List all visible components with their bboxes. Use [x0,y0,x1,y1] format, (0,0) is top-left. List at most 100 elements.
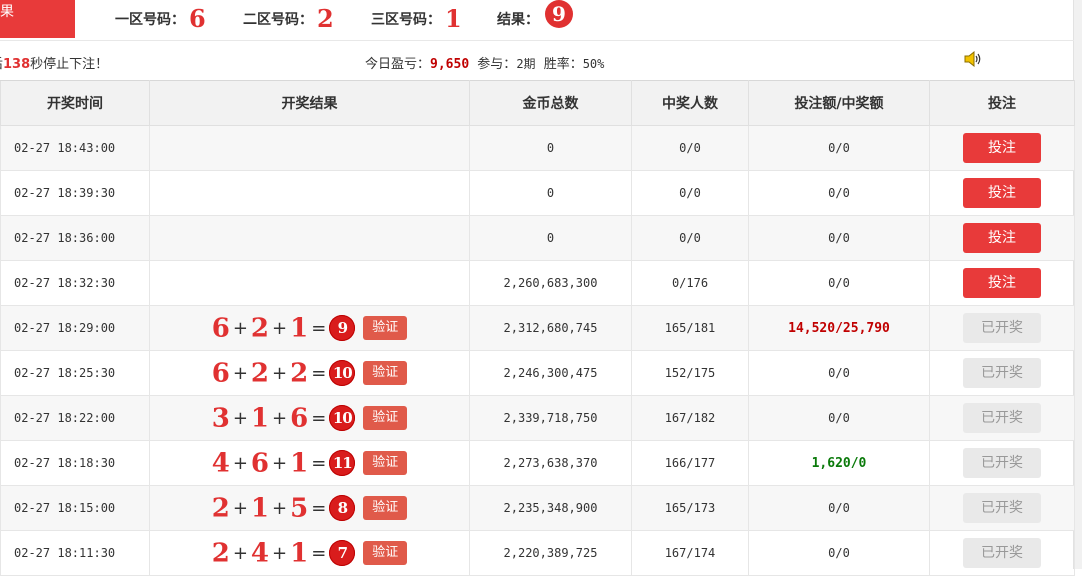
zone3: 三区号码： 1 [371,4,462,33]
bet-win-value: 0/0 [828,141,850,155]
results-tab[interactable]: 果 [0,0,75,38]
result-digit-a: 2 [211,538,230,568]
countdown: 后138秒停止下注！ [0,53,108,72]
bet-win-cell: 0/0 [748,215,930,261]
total-coins-cell: 0 [469,170,632,216]
daily-stats: 今日盈亏：9,650 参与：2期 胜率：50% [365,53,604,72]
final-result: 结果： 9 [497,0,573,32]
draw-time-cell: 02-27 18:25:30 [0,350,150,396]
result-sum-ball: 9 [329,315,356,341]
result-digit-a: 2 [211,493,230,523]
header-bet: 投注 [929,80,1075,126]
drawn-button: 已开奖 [963,538,1041,568]
result-digit-b: 1 [250,493,269,523]
table-header-row: 开奖时间 开奖结果 金币总数 中奖人数 投注额/中奖额 投注 [0,80,1075,126]
draw-result-cell [149,260,470,306]
zone3-label: 三区号码： [371,12,441,28]
participate-label: 参与： [477,57,517,72]
bet-win-cell: 0/0 [748,485,930,531]
verify-button[interactable]: 验证 [363,541,408,565]
result-digit-b: 6 [250,448,269,478]
bet-button[interactable]: 投注 [963,268,1041,298]
action-cell: 已开奖 [929,350,1075,396]
draw-result-cell: 2 +1 +5 = 8 验证 [149,485,470,531]
bet-win-cell: 1,620/0 [748,440,930,486]
drawn-button: 已开奖 [963,403,1041,433]
result-digit-c: 1 [290,313,309,343]
result-digit-b: 2 [250,313,269,343]
equals-sign: = [311,362,327,384]
bet-win-value: 0/0 [828,231,850,245]
draw-time-cell: 02-27 18:15:00 [0,485,150,531]
plus-sign: + [272,317,288,339]
plus-sign: + [232,407,248,429]
verify-button[interactable]: 验证 [363,496,408,520]
zone1-label: 一区号码： [115,12,185,28]
profit-value: 9,650 [430,57,470,72]
equals-sign: = [311,542,327,564]
draw-time-cell: 02-27 18:43:00 [0,125,150,171]
action-cell: 已开奖 [929,395,1075,441]
bet-win-value: 0/0 [828,501,850,515]
equals-sign: = [311,407,327,429]
table-row: 02-27 18:29:00 6 +2 +1 = 9 验证 2,312,680,745 165/… [0,305,1075,351]
draw-time-cell: 02-27 18:18:30 [0,440,150,486]
table-row: 02-27 18:18:30 4 +6 +1 = 11 验证 2,273,638,370 166… [0,440,1075,486]
zone1-value: 6 [189,4,206,33]
bet-win-value: 0/0 [828,546,850,560]
drawn-button: 已开奖 [963,493,1041,523]
bet-button[interactable]: 投注 [963,223,1041,253]
total-coins-cell: 2,339,718,750 [469,395,632,441]
action-cell: 已开奖 [929,305,1075,351]
bet-button[interactable]: 投注 [963,178,1041,208]
bet-win-value: 0/0 [828,186,850,200]
verify-button[interactable]: 验证 [363,316,408,340]
table-row: 02-27 18:39:30 0 0/0 0/0 投注 [0,170,1075,216]
plus-sign: + [272,542,288,564]
result-sum-ball: 11 [329,450,356,476]
result-sum-ball: 7 [329,540,356,566]
bet-win-value: 0/0 [828,366,850,380]
plus-sign: + [232,362,248,384]
zone1: 一区号码： 6 [115,4,206,33]
info-bar: 后138秒停止下注！ 今日盈亏：9,650 参与：2期 胜率：50% [0,41,1074,80]
table-row: 02-27 18:15:00 2 +1 +5 = 8 验证 2,235,348,900 165/… [0,485,1075,531]
winner-count-cell: 0/0 [631,170,749,216]
draw-result-cell: 4 +6 +1 = 11 验证 [149,440,470,486]
bet-button[interactable]: 投注 [963,133,1041,163]
draw-result-expression: 6 +2 +1 = 9 验证 [212,313,408,343]
verify-button[interactable]: 验证 [363,361,408,385]
total-coins-cell: 2,312,680,745 [469,305,632,351]
result-digit-c: 2 [290,358,309,388]
draw-time-cell: 02-27 18:39:30 [0,170,150,216]
zone2-value: 2 [317,4,334,33]
result-digit-a: 3 [211,403,230,433]
top-result-bar: 果 一区号码： 6 二区号码： 2 三区号码： 1 结果： 9 [0,0,1074,41]
draw-time-cell: 02-27 18:32:30 [0,260,150,306]
total-coins-cell: 2,273,638,370 [469,440,632,486]
equals-sign: = [311,317,327,339]
equals-sign: = [311,497,327,519]
page: 果 一区号码：6 二区号码：2 三区号码：1 结果：9 后138秒停止下注！ 今… [0,0,1082,576]
draw-result-expression: 6 +2 +2 = 10 验证 [212,358,408,388]
draw-result-expression: 4 +6 +1 = 11 验证 [212,448,408,478]
header-draw-time: 开奖时间 [0,80,150,126]
draw-result-cell: 3 +1 +6 = 10 验证 [149,395,470,441]
result-digit-a: 6 [211,358,230,388]
result-digit-c: 6 [290,403,309,433]
verify-button[interactable]: 验证 [363,451,408,475]
zone2: 二区号码： 2 [243,4,334,33]
zone3-value: 1 [445,4,462,33]
verify-button[interactable]: 验证 [363,406,408,430]
header-total-coins: 金币总数 [469,80,632,126]
zone2-label: 二区号码： [243,12,313,28]
total-coins-cell: 2,246,300,475 [469,350,632,396]
profit-label: 今日盈亏： [365,57,431,72]
result-digit-b: 4 [250,538,269,568]
result-sum-ball: 8 [329,495,356,521]
bet-win-cell: 0/0 [748,260,930,306]
speaker-icon[interactable] [963,51,983,67]
header-winner-count: 中奖人数 [631,80,749,126]
winner-count-cell: 167/182 [631,395,749,441]
header-draw-result: 开奖结果 [149,80,470,126]
